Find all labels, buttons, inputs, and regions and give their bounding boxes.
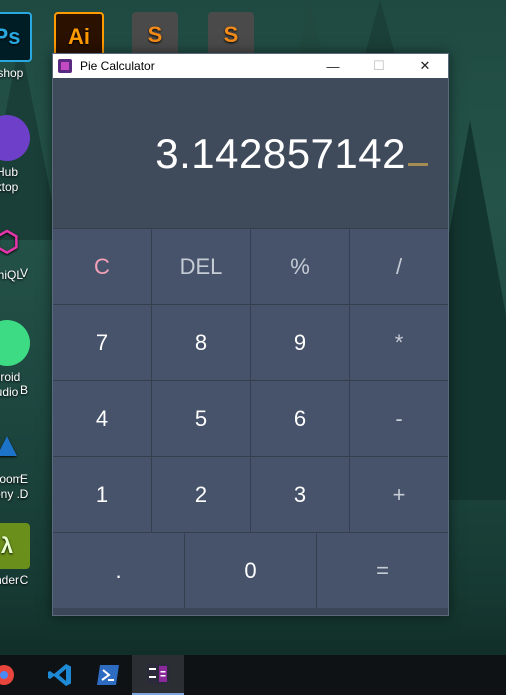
- taskbar-item-vscode[interactable]: [36, 655, 84, 695]
- desktop-icon-label: B: [19, 383, 28, 397]
- window-controls: — ☐ ✕: [310, 54, 448, 78]
- desktop-icon-e[interactable]: E D: [14, 472, 34, 502]
- add-button[interactable]: +: [350, 457, 448, 532]
- maximize-button[interactable]: ☐: [356, 54, 402, 78]
- percent-button[interactable]: %: [251, 229, 350, 304]
- graphql-icon: ⬡: [0, 225, 20, 257]
- keypad-row: . 0 =: [53, 532, 448, 608]
- clear-button[interactable]: C: [53, 229, 152, 304]
- divide-button[interactable]: /: [350, 229, 448, 304]
- display-value-container: 3.142857142: [155, 130, 428, 178]
- multiply-button[interactable]: *: [350, 305, 448, 380]
- android-studio-icon: [0, 320, 30, 366]
- calculator-display: 3.142857142: [53, 78, 448, 228]
- display-value: 3.142857142: [155, 130, 406, 177]
- boom-icon: ▲: [0, 425, 24, 464]
- keypad-row: 7 8 9 *: [53, 304, 448, 380]
- title-bar[interactable]: Pie Calculator — ☐ ✕: [53, 54, 448, 78]
- decimal-button[interactable]: .: [53, 533, 185, 608]
- digit-4-button[interactable]: 4: [53, 381, 152, 456]
- desktop-icon-github-desktop[interactable]: Hub ktop: [0, 115, 42, 195]
- digit-0-button[interactable]: 0: [185, 533, 317, 608]
- keypad-row: 1 2 3 +: [53, 456, 448, 532]
- digit-9-button[interactable]: 9: [251, 305, 350, 380]
- pie-calculator-icon: [147, 664, 169, 684]
- digit-8-button[interactable]: 8: [152, 305, 251, 380]
- desktop-icon-label: oshop: [0, 66, 24, 80]
- github-desktop-icon: [0, 115, 30, 161]
- powershell-icon: [97, 665, 119, 685]
- desktop-icon-label: C: [19, 573, 29, 587]
- keypad-row: C DEL % /: [53, 228, 448, 304]
- lambda-icon: λ: [0, 523, 30, 569]
- taskbar-item-chrome[interactable]: [0, 655, 20, 695]
- pie-calculator-window: Pie Calculator — ☐ ✕ 3.142857142 C DEL %…: [52, 53, 449, 616]
- desktop-icon-c[interactable]: C: [14, 573, 34, 588]
- minimize-button[interactable]: —: [310, 54, 356, 78]
- close-button[interactable]: ✕: [402, 54, 448, 78]
- taskbar-item-powershell[interactable]: [84, 655, 132, 695]
- desktop-icon-label: Hub ktop: [0, 165, 19, 194]
- sublime-icon: S: [132, 12, 178, 58]
- keypad: C DEL % / 7 8 9 * 4 5 6 - 1 2 3 + . 0 =: [53, 228, 448, 608]
- equals-button[interactable]: =: [317, 533, 448, 608]
- desktop-icon-v[interactable]: V: [14, 266, 34, 281]
- digit-3-button[interactable]: 3: [251, 457, 350, 532]
- desktop-icon-label: V: [19, 266, 28, 280]
- digit-7-button[interactable]: 7: [53, 305, 152, 380]
- taskbar: [0, 655, 506, 695]
- photoshop-icon: Ps: [0, 12, 32, 62]
- digit-2-button[interactable]: 2: [152, 457, 251, 532]
- digit-5-button[interactable]: 5: [152, 381, 251, 456]
- subtract-button[interactable]: -: [350, 381, 448, 456]
- vscode-icon: [48, 664, 71, 686]
- desktop-icon-label: E D: [19, 472, 29, 501]
- app-icon: [58, 59, 72, 73]
- cursor-indicator: [408, 163, 428, 166]
- desktop-icon-photoshop[interactable]: Ps oshop: [0, 12, 42, 81]
- digit-1-button[interactable]: 1: [53, 457, 152, 532]
- window-title: Pie Calculator: [80, 59, 155, 73]
- digit-6-button[interactable]: 6: [251, 381, 350, 456]
- chrome-icon: [0, 665, 14, 685]
- desktop-icon-b[interactable]: B: [14, 383, 34, 398]
- taskbar-item-pie-calculator[interactable]: [132, 655, 184, 695]
- keypad-row: 4 5 6 -: [53, 380, 448, 456]
- delete-button[interactable]: DEL: [152, 229, 251, 304]
- sublime-icon: S: [208, 12, 254, 58]
